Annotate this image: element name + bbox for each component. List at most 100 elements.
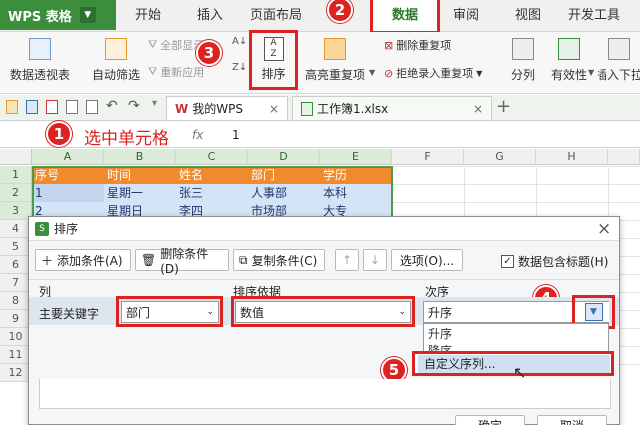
tab-review[interactable]: 审阅 (444, 0, 488, 32)
new-tab-icon[interactable]: + (496, 97, 511, 117)
fx-icon[interactable]: fx (192, 128, 203, 142)
remove-duplicates-label: 删除重复项 (396, 39, 452, 52)
reapply-label: 重新应用 (160, 66, 205, 79)
copy-icon: ⧉ (239, 252, 248, 267)
split-column-label: 分列 (510, 68, 535, 82)
print-icon[interactable] (66, 100, 78, 114)
chevron-down-icon: ⌄ (206, 307, 214, 317)
column-header[interactable]: F (392, 149, 464, 165)
column-header[interactable]: D (248, 149, 320, 165)
move-down-button[interactable]: ↓ (363, 249, 387, 271)
export-pdf-icon[interactable] (46, 100, 58, 114)
remove-duplicates-icon: ⊠ (384, 38, 394, 52)
tab-my-wps[interactable]: W 我的WPS × (166, 96, 288, 121)
insert-dropdown-button[interactable]: 插入下拉 (598, 38, 640, 83)
spreadsheet-file-icon (301, 101, 313, 116)
ok-button[interactable]: 确定 (455, 415, 525, 425)
move-up-button[interactable]: ↑ (335, 249, 359, 271)
add-condition-button[interactable]: ＋添加条件(A) (35, 249, 131, 271)
sort-basis-value: 数值 (240, 305, 265, 320)
filter-clear-icon: ⛛ (148, 38, 158, 51)
validity-chevron-icon[interactable]: ▼ (588, 68, 594, 77)
workbook-label: 工作簿1.xlsx (317, 102, 389, 116)
more-chevron-icon[interactable]: ▾ (152, 98, 157, 109)
redo-icon[interactable]: ↷ (128, 98, 140, 114)
step-badge-3: 3 (196, 40, 222, 66)
autofilter-button[interactable]: 自动筛选 (90, 38, 142, 83)
tab-home[interactable]: 开始 (126, 0, 170, 32)
checkbox-checked-icon: ✓ (501, 255, 514, 268)
selection-outline (32, 166, 393, 216)
sort-ascending-button[interactable]: A↓ (232, 36, 247, 47)
row-header[interactable]: 2 (0, 184, 32, 202)
options-button[interactable]: 选项(O)... (391, 249, 463, 271)
save-icon[interactable] (26, 100, 38, 114)
column-header[interactable]: B (104, 149, 176, 165)
insert-dropdown-label: 插入下拉 (598, 68, 640, 82)
reapply-button[interactable]: ⛛ 重新应用 (148, 64, 204, 80)
step-badge-1: 1 (46, 121, 72, 147)
split-column-button[interactable]: 分列 (506, 38, 540, 83)
add-condition-label: 添加条件(A) (57, 253, 123, 268)
primary-key-label: 主要关键字 (39, 307, 100, 321)
autofilter-label: 自动筛选 (91, 68, 140, 82)
plus-icon: ＋ (41, 253, 54, 268)
formula-input[interactable]: 1 (232, 128, 240, 142)
tab-view[interactable]: 视图 (506, 0, 550, 32)
reject-duplicates-button[interactable]: ⊘ 拒绝录入重复项 ▼ (384, 65, 482, 81)
app-menu-button[interactable]: WPS 表格 ▼ (0, 0, 116, 30)
order-value: 升序 (428, 305, 453, 320)
tab-data[interactable]: 数据 (370, 0, 440, 34)
select-all-corner[interactable] (0, 149, 32, 165)
undo-icon[interactable]: ↶ (106, 98, 118, 114)
my-wps-label: 我的WPS (192, 102, 243, 116)
cancel-button[interactable]: 取消 (537, 415, 607, 425)
split-column-icon (512, 38, 534, 60)
highlight-duplicates-button[interactable]: 高亮重复项 (302, 38, 368, 83)
sort-descending-button[interactable]: Z↓ (232, 62, 247, 73)
open-folder-icon[interactable] (6, 100, 18, 114)
tab-insert[interactable]: 插入 (188, 0, 232, 32)
sort-az-icon: AZ (263, 37, 284, 61)
row-header[interactable]: 1 (0, 166, 32, 184)
insert-dropdown-icon (608, 38, 630, 60)
close-icon[interactable]: × (269, 102, 279, 116)
primary-key-value: 部门 (126, 305, 151, 320)
sort-button[interactable]: AZ 排序 (249, 30, 298, 90)
conditions-area (39, 379, 611, 409)
chevron-down-icon: ⌄ (398, 307, 406, 317)
column-header[interactable]: E (320, 149, 392, 165)
delete-condition-label: 删除条件(D) (160, 246, 209, 276)
column-header[interactable]: H (536, 149, 608, 165)
tab-page-layout[interactable]: 页面布局 (248, 0, 304, 32)
select-cell-annotation: 选中单元格 (84, 129, 169, 149)
app-name: WPS 表格 (8, 9, 72, 25)
close-icon[interactable]: × (597, 219, 611, 239)
has-header-label: 数据包含标题(H) (518, 255, 609, 269)
column-header[interactable]: A (32, 149, 104, 165)
highlight-chevron-icon[interactable]: ▼ (369, 68, 375, 77)
validity-icon (558, 38, 580, 60)
dialog-title: 排序 (54, 222, 79, 236)
highlight-icon (324, 38, 346, 60)
has-header-checkbox[interactable]: ✓ 数据包含标题(H) (501, 253, 608, 270)
remove-duplicates-button[interactable]: ⊠ 删除重复项 (384, 37, 451, 53)
validity-button[interactable]: 有效性 (544, 38, 594, 83)
pivot-table-button[interactable]: 数据透视表 (8, 38, 72, 83)
sort-basis-select[interactable]: 数值 ⌄ (235, 301, 411, 323)
tab-developer[interactable]: 开发工具 (564, 0, 624, 32)
sort-label: 排序 (261, 67, 286, 81)
column-header[interactable]: G (464, 149, 536, 165)
column-header[interactable]: C (176, 149, 248, 165)
copy-condition-label: 复制条件(C) (251, 253, 318, 268)
column-header[interactable] (608, 149, 640, 165)
primary-key-select[interactable]: 部门 ⌄ (121, 301, 219, 323)
tab-workbook[interactable]: 工作簿1.xlsx × (292, 96, 492, 121)
close-icon[interactable]: × (473, 102, 483, 116)
reject-duplicates-icon: ⊘ (384, 66, 394, 80)
delete-condition-button[interactable]: 🗑 删除条件(D) (135, 247, 229, 276)
copy-condition-button[interactable]: ⧉ 复制条件(C) (233, 249, 325, 271)
reapply-icon: ⛛ (148, 65, 158, 78)
order-option-ascending[interactable]: 升序 (424, 326, 608, 343)
print-preview-icon[interactable] (86, 100, 98, 114)
